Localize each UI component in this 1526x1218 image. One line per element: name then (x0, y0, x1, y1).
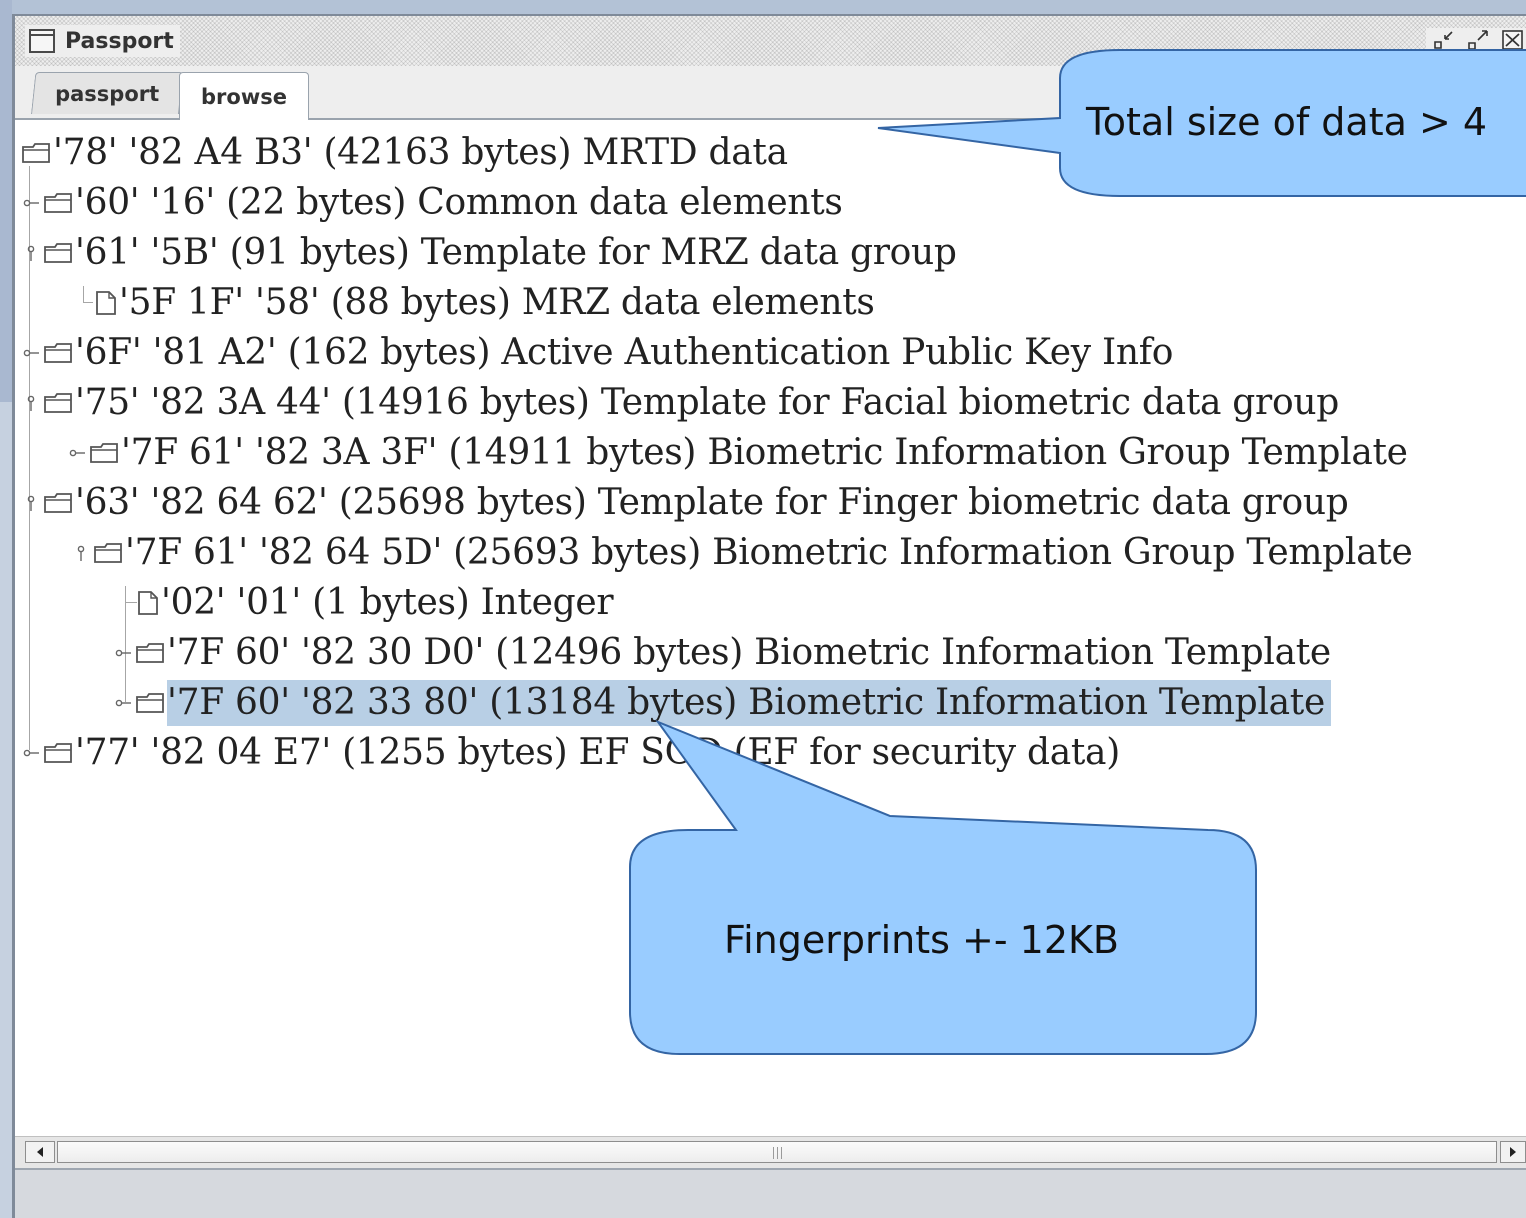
tree-node[interactable]: '60' '16' (22 bytes) Common data element… (15, 180, 843, 226)
tab-label: passport (55, 81, 160, 106)
tree-node-label: '7F 61' '82 3A 3F' (14911 bytes) Biometr… (121, 432, 1408, 473)
callout-text: Total size of data > 4 (1086, 100, 1488, 144)
scroll-left-button[interactable] (25, 1141, 55, 1163)
folder-icon (43, 392, 73, 414)
tree-node[interactable]: '7F 61' '82 64 5D' (25693 bytes) Biometr… (73, 530, 1413, 576)
folder-icon (43, 242, 73, 264)
tree-node-label: '61' '5B' (91 bytes) Template for MRZ da… (75, 232, 957, 273)
callout-fingerprints: Fingerprints +- 12KB (628, 712, 1258, 1058)
folder-icon (43, 342, 73, 364)
background-stripe (0, 0, 12, 1218)
expand-handle-icon[interactable] (23, 745, 39, 761)
tab-browse[interactable]: browse (179, 72, 309, 120)
tree-node[interactable]: '7F 60' '82 30 D0' (12496 bytes) Biometr… (115, 630, 1331, 676)
tree-node-label: '6F' '81 A2' (162 bytes) Active Authenti… (75, 332, 1174, 373)
expand-handle-icon[interactable] (115, 695, 131, 711)
arrow-right-icon (1510, 1147, 1516, 1157)
document-icon (95, 290, 117, 316)
window-icon (29, 29, 55, 53)
folder-icon (93, 542, 123, 564)
tree-node-label: '60' '16' (22 bytes) Common data element… (75, 182, 843, 223)
expand-handle-icon[interactable] (23, 345, 39, 361)
document-icon (137, 590, 159, 616)
folder-icon (89, 442, 119, 464)
tree-node[interactable]: '63' '82 64 62' (25698 bytes) Template f… (15, 480, 1349, 526)
tree-node-label: '63' '82 64 62' (25698 bytes) Template f… (75, 482, 1349, 523)
tree-node-label: '7F 61' '82 64 5D' (25693 bytes) Biometr… (125, 532, 1413, 573)
tree-node-leaf[interactable]: '5F 1F' '58' (88 bytes) MRZ data element… (95, 280, 875, 326)
tree-node[interactable]: '75' '82 3A 44' (14916 bytes) Template f… (15, 380, 1339, 426)
expand-handle-icon[interactable] (23, 195, 39, 211)
tree-guide-line (83, 286, 84, 302)
tree-node-label: '78' '82 A4 B3' (42163 bytes) MRTD data (53, 132, 788, 173)
tree-node-label: '75' '82 3A 44' (14916 bytes) Template f… (75, 382, 1339, 423)
tab-label: browse (201, 84, 287, 109)
slide: Passport passport browse '78' '82 A4 B3'… (0, 0, 1526, 1218)
folder-icon (135, 642, 165, 664)
status-bar (15, 1168, 1526, 1218)
collapse-handle-icon[interactable] (23, 395, 39, 411)
tree-guide-line (83, 302, 93, 303)
title-label-group: Passport (25, 25, 180, 57)
tree-node-label: '02' '01' (1 bytes) Integer (161, 582, 614, 623)
callout-text: Fingerprints +- 12KB (724, 918, 1119, 962)
window-title: Passport (65, 28, 174, 54)
tree-node-label: '5F 1F' '58' (88 bytes) MRZ data element… (119, 282, 875, 323)
grip-icon (773, 1147, 782, 1159)
folder-icon (21, 142, 51, 164)
tree-guide-line (125, 602, 137, 603)
tree-node-label: '7F 60' '82 30 D0' (12496 bytes) Biometr… (167, 632, 1331, 673)
collapse-handle-icon[interactable] (23, 495, 39, 511)
collapse-handle-icon[interactable] (73, 545, 89, 561)
expand-handle-icon[interactable] (115, 645, 131, 661)
folder-icon (135, 692, 165, 714)
tree-node-leaf[interactable]: '02' '01' (1 bytes) Integer (137, 580, 614, 626)
collapse-handle-icon[interactable] (23, 245, 39, 261)
tree-node[interactable]: '61' '5B' (91 bytes) Template for MRZ da… (15, 230, 957, 276)
tree-node[interactable]: '6F' '81 A2' (162 bytes) Active Authenti… (15, 330, 1173, 376)
expand-handle-icon[interactable] (69, 445, 85, 461)
scroll-right-button[interactable] (1500, 1141, 1526, 1163)
arrow-left-icon (37, 1147, 43, 1157)
horizontal-scrollbar[interactable] (15, 1136, 1526, 1169)
folder-icon (43, 192, 73, 214)
tab-passport[interactable]: passport (31, 72, 184, 114)
tree-node-root[interactable]: '78' '82 A4 B3' (42163 bytes) MRTD data (21, 130, 788, 176)
callout-total-size: Total size of data > 4 (860, 48, 1526, 198)
tree-node[interactable]: '7F 61' '82 3A 3F' (14911 bytes) Biometr… (69, 430, 1408, 476)
scroll-thumb[interactable] (57, 1141, 1497, 1163)
folder-icon (43, 492, 73, 514)
folder-icon (43, 742, 73, 764)
